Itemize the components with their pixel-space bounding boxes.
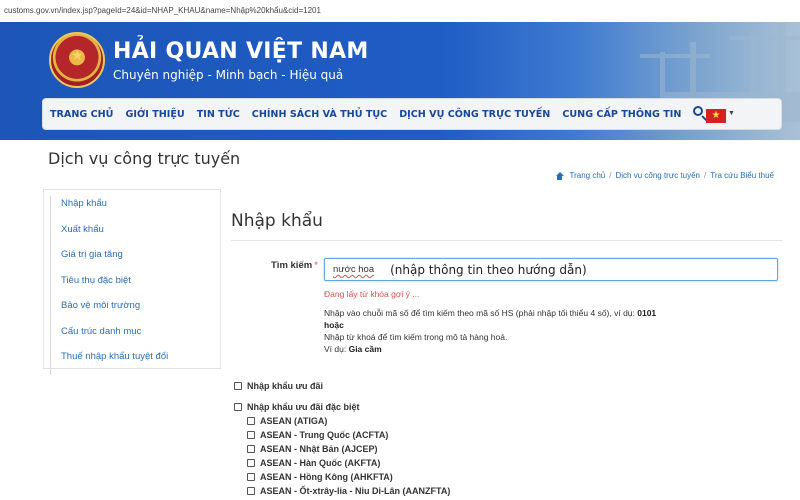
required-mark: *	[314, 260, 318, 271]
nav-item-news[interactable]: TIN TỨC	[191, 109, 246, 120]
vietnam-flag-icon[interactable]: ★	[706, 109, 726, 123]
breadcrumb-separator: /	[609, 171, 612, 180]
site-title[interactable]: HẢI QUAN VIỆT NAM	[113, 39, 369, 64]
checkbox-ajcep[interactable]	[247, 445, 255, 453]
breadcrumb-separator: /	[704, 171, 707, 180]
browser-url-bar[interactable]: customs.gov.vn/index.jsp?pageId=24&id=NH…	[0, 0, 800, 22]
checkbox-akfta[interactable]	[247, 459, 255, 467]
sidebar-item-structure[interactable]: Cấu trúc danh mục	[51, 324, 216, 350]
checkbox-preferential[interactable]	[234, 382, 242, 390]
checkbox-label[interactable]: ASEAN - Ốt-xtrây-lia - Niu Di-Lân (AANZF…	[260, 486, 450, 496]
checkbox-label[interactable]: ASEAN - Trung Quốc (ACFTA)	[260, 430, 388, 440]
sidebar-item-import[interactable]: Nhập khẩu	[51, 196, 216, 222]
checkbox-label[interactable]: ASEAN - Hàn Quốc (AKFTA)	[260, 458, 380, 468]
checkbox-row-ahkfta: ASEAN - Hồng Kông (AHKFTA)	[247, 472, 393, 482]
sidebar-item-vat[interactable]: Giá trị gia tăng	[51, 247, 216, 273]
sidebar: Nhập khẩu Xuất khẩu Giá trị gia tăng Tiê…	[43, 189, 221, 375]
help-example-hs: 0101	[637, 308, 657, 318]
checkbox-row-ajcep: ASEAN - Nhật Bản (AJCEP)	[247, 444, 378, 454]
breadcrumb: Trang chủ / Dịch vụ công trực tuyến / Tr…	[555, 171, 774, 180]
checkbox-atiga[interactable]	[247, 417, 255, 425]
breadcrumb-home[interactable]: Trang chủ	[570, 171, 606, 180]
checkbox-row-atiga: ASEAN (ATIGA)	[247, 416, 327, 426]
search-input-value[interactable]: nước hoa	[333, 264, 374, 275]
checkbox-label[interactable]: ASEAN (ATIGA)	[260, 416, 327, 426]
site-slogan: Chuyên nghiệp - Minh bạch - Hiệu quả	[113, 68, 344, 82]
checkbox-row-special-preferential: Nhập khẩu ưu đãi đặc biệt	[234, 402, 360, 412]
checkbox-acfta[interactable]	[247, 431, 255, 439]
sidebar-list: Nhập khẩu Xuất khẩu Giá trị gia tăng Tiê…	[50, 196, 216, 375]
main-nav: TRANG CHỦ GIỚI THIỆU TIN TỨC CHÍNH SÁCH …	[42, 98, 782, 130]
checkbox-row-aanzfta: ASEAN - Ốt-xtrây-lia - Niu Di-Lân (AANZF…	[247, 486, 450, 496]
sidebar-item-excise[interactable]: Tiêu thụ đặc biệt	[51, 273, 216, 299]
checkbox-ahkfta[interactable]	[247, 473, 255, 481]
search-label-text: Tìm kiếm	[271, 260, 313, 271]
section-title: Nhập khẩu	[231, 211, 323, 231]
search-input[interactable]: nước hoa (nhập thông tin theo hướng dẫn)	[324, 258, 778, 281]
help-line-hs: Nhập vào chuỗi mã số để tìm kiếm theo mã…	[324, 308, 638, 318]
sidebar-item-environment[interactable]: Bảo vệ môi trường	[51, 298, 216, 324]
suggestion-loading-text: Đang lấy từ khóa gợi ý ...	[324, 289, 420, 299]
nav-item-information[interactable]: CUNG CẤP THÔNG TIN	[556, 109, 687, 120]
checkbox-label[interactable]: ASEAN - Hồng Kông (AHKFTA)	[260, 472, 393, 482]
star-icon: ★	[711, 110, 721, 121]
checkbox-row-acfta: ASEAN - Trung Quốc (ACFTA)	[247, 430, 388, 440]
customs-emblem-icon[interactable]: ★	[49, 32, 105, 88]
breadcrumb-tariff-lookup[interactable]: Tra cứu Biểu thuế	[710, 171, 774, 180]
star-icon: ★	[71, 47, 84, 63]
nav-item-home[interactable]: TRANG CHỦ	[43, 109, 119, 120]
checkbox-label[interactable]: Nhập khẩu ưu đãi đặc biệt	[247, 402, 360, 412]
checkbox-row-akfta: ASEAN - Hàn Quốc (AKFTA)	[247, 458, 380, 468]
sidebar-item-absolute-tax[interactable]: Thuế nhập khẩu tuyệt đối	[51, 349, 216, 375]
search-help-text: Nhập vào chuỗi mã số để tìm kiếm theo mã…	[324, 307, 764, 355]
page-title: Dịch vụ công trực tuyến	[48, 149, 241, 168]
nav-item-about[interactable]: GIỚI THIỆU	[119, 109, 190, 120]
checkbox-row-preferential: Nhập khẩu ưu đãi	[234, 381, 323, 391]
search-hint-annotation: (nhập thông tin theo hướng dẫn)	[390, 262, 587, 277]
breadcrumb-online-services[interactable]: Dịch vụ công trực tuyến	[615, 171, 700, 180]
help-example-keyword: Gia cầm	[348, 344, 382, 354]
checkbox-aanzfta[interactable]	[247, 487, 255, 495]
divider	[231, 240, 783, 241]
search-label: Tìm kiếm *	[271, 260, 318, 271]
help-or: hoặc	[324, 320, 344, 330]
home-icon	[555, 171, 564, 180]
nav-item-policies[interactable]: CHÍNH SÁCH VÀ THỦ TỤC	[246, 109, 393, 120]
caret-down-icon[interactable]: ▼	[728, 110, 735, 117]
site-header: ★ HẢI QUAN VIỆT NAM Chuyên nghiệp - Minh…	[0, 22, 800, 140]
help-line-keyword: Nhập từ khoá để tìm kiếm trong mô tả hàn…	[324, 332, 508, 342]
checkbox-label[interactable]: ASEAN - Nhật Bản (AJCEP)	[260, 444, 378, 454]
nav-item-online-services[interactable]: DỊCH VỤ CÔNG TRỰC TUYẾN	[393, 109, 556, 120]
checkbox-special-preferential[interactable]	[234, 403, 242, 411]
help-example-label: Ví dụ:	[324, 344, 349, 354]
sidebar-item-export[interactable]: Xuất khẩu	[51, 222, 216, 248]
checkbox-label[interactable]: Nhập khẩu ưu đãi	[247, 381, 323, 391]
